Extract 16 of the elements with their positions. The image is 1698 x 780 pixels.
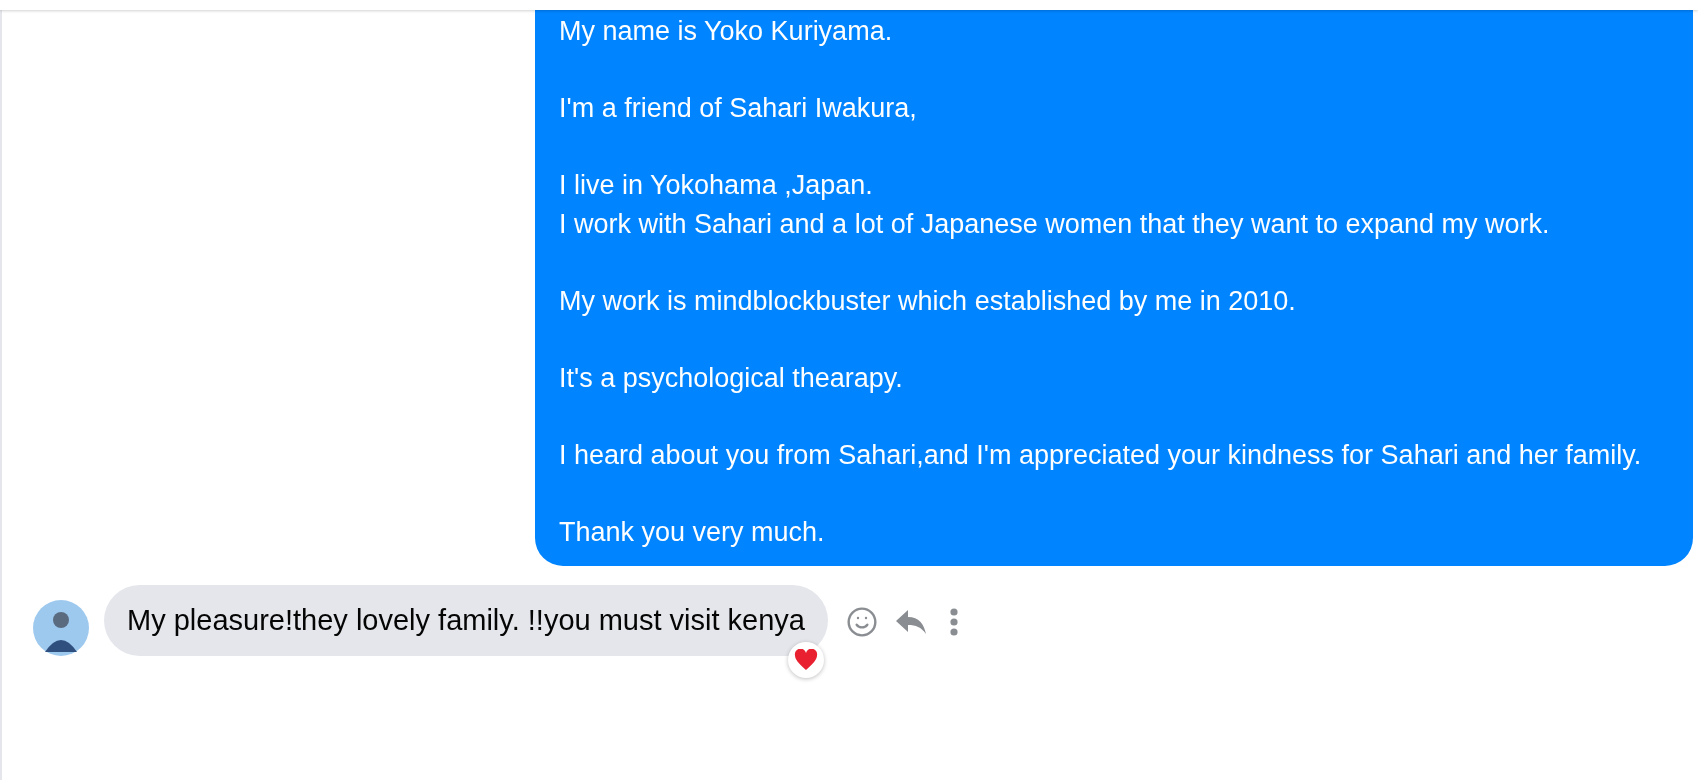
message-text: It's a psychological thearapy. <box>559 361 904 395</box>
react-button[interactable] <box>846 606 878 638</box>
message-text: Thank you very much. <box>559 515 826 549</box>
message-text: I work with Sahari and a lot of Japanese women that they want to expand my work. <box>559 207 1551 241</box>
reply-icon <box>895 609 927 635</box>
smiley-icon <box>846 606 878 638</box>
message-text: I heard about you from Sahari,and I'm appreciated your kindness for Sahari and her family. <box>559 438 1643 472</box>
message-text: I'm a friend of Sahari Iwakura, <box>559 92 918 125</box>
heart-icon <box>794 649 818 671</box>
message-text: My work is mindblockbuster which established by me in 2010. <box>559 284 1297 318</box>
more-icon <box>950 608 958 636</box>
message-text: I live in Yokohama ,Japan. <box>559 169 874 202</box>
reaction-badge[interactable] <box>788 642 824 678</box>
avatar <box>33 600 89 656</box>
message-text: My pleasure!they lovely family. !!you must visit kenya <box>127 602 805 638</box>
message-text: My name is Yoko Kuriyama. <box>559 15 894 48</box>
